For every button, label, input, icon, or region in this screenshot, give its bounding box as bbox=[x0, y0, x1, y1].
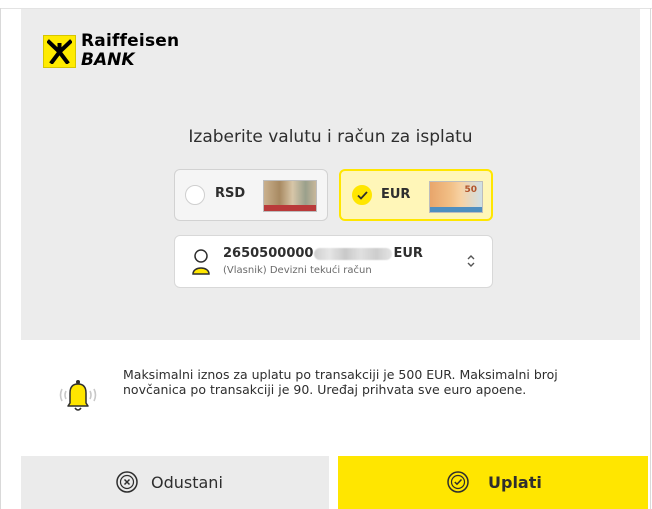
window-right-border bbox=[650, 8, 651, 509]
window-left-border bbox=[0, 8, 1, 509]
window-top-bar bbox=[0, 0, 652, 9]
updown-caret-icon[interactable] bbox=[465, 253, 477, 269]
pay-button[interactable]: Uplati bbox=[338, 456, 648, 509]
check-circle-icon bbox=[447, 471, 469, 493]
raiffeisen-logo: Raiffeisen BANK bbox=[43, 31, 183, 71]
logo-bank-text: BANK bbox=[81, 50, 135, 70]
account-number-prefix: 2650500000 bbox=[223, 246, 314, 261]
eur-banknote-image: 50 bbox=[429, 181, 483, 213]
currency-label-eur: EUR bbox=[381, 187, 411, 202]
radio-checked-icon[interactable] bbox=[352, 185, 372, 205]
account-number: 2650500000 EUR bbox=[223, 246, 423, 261]
cancel-button[interactable]: Odustani bbox=[21, 456, 329, 509]
eur-banknote-value: 50 bbox=[464, 185, 477, 195]
radio-unchecked-icon[interactable] bbox=[185, 185, 205, 205]
logo-brand-text: Raiffeisen bbox=[81, 31, 180, 51]
currency-option-rsd[interactable]: RSD bbox=[174, 169, 328, 221]
user-icon bbox=[192, 249, 210, 275]
page-title: Izaberite valutu i račun za isplatu bbox=[188, 127, 473, 147]
masked-digits bbox=[314, 247, 393, 260]
cancel-button-label: Odustani bbox=[151, 473, 223, 492]
currency-option-eur[interactable]: EUR 50 bbox=[339, 169, 493, 221]
account-description: (Vlasnik) Devizni tekući račun bbox=[223, 265, 372, 276]
raiffeisen-gable-cross-icon bbox=[43, 35, 76, 68]
selection-panel: Raiffeisen BANK Izaberite valutu i račun… bbox=[21, 9, 640, 340]
currency-label-rsd: RSD bbox=[215, 186, 246, 201]
account-select[interactable]: 2650500000 EUR (Vlasnik) Devizni tekući r… bbox=[174, 235, 493, 288]
bell-icon bbox=[59, 380, 97, 411]
rsd-banknote-image bbox=[263, 180, 317, 212]
cancel-x-circle-icon bbox=[116, 471, 138, 493]
account-currency: EUR bbox=[393, 246, 423, 261]
limit-info-text: Maksimalni iznos za uplatu po transakcij… bbox=[123, 367, 558, 397]
pay-button-label: Uplati bbox=[488, 473, 542, 492]
